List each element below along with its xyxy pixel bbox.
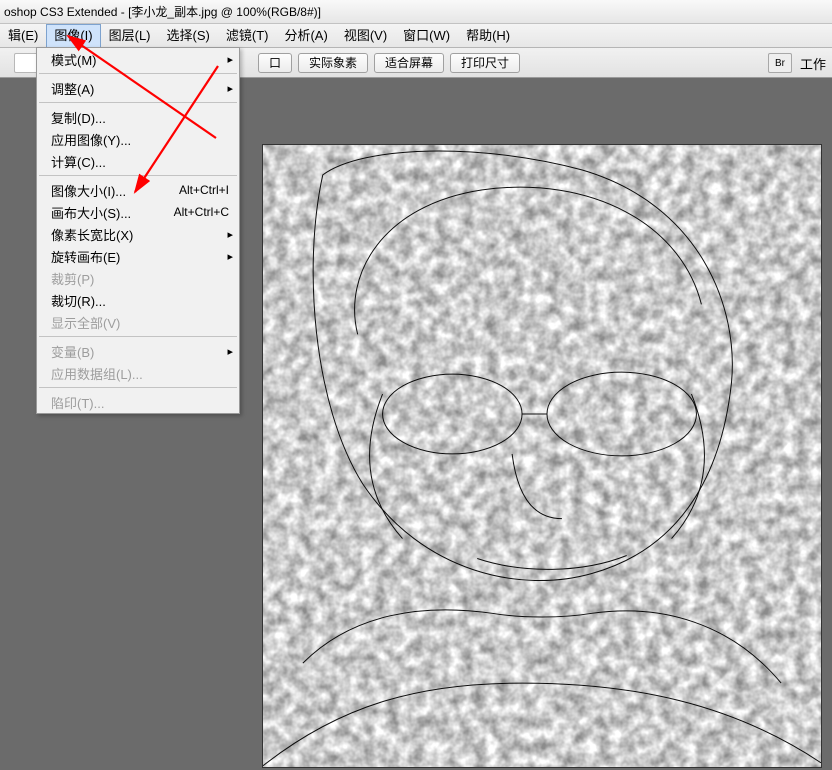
- menu-item-pixel-aspect[interactable]: 像素长宽比(X): [37, 223, 239, 245]
- menu-separator: [39, 73, 237, 74]
- menu-image[interactable]: 图像(I): [46, 24, 100, 47]
- window-button[interactable]: 口: [258, 53, 292, 73]
- title-bar: oshop CS3 Extended - [李小龙_副本.jpg @ 100%(…: [0, 0, 832, 24]
- menu-separator: [39, 175, 237, 176]
- menu-item-adjustments[interactable]: 调整(A): [37, 77, 239, 99]
- menu-item-apply-image[interactable]: 应用图像(Y)...: [37, 128, 239, 150]
- title-text: oshop CS3 Extended - [李小龙_副本.jpg @ 100%(…: [4, 3, 321, 20]
- menu-item-duplicate[interactable]: 复制(D)...: [37, 106, 239, 128]
- menu-view[interactable]: 视图(V): [336, 24, 395, 47]
- menu-item-image-size[interactable]: 图像大小(I)... Alt+Ctrl+I: [37, 179, 239, 201]
- menu-filter[interactable]: 滤镜(T): [218, 24, 277, 47]
- print-size-button[interactable]: 打印尺寸: [450, 53, 520, 73]
- menu-item-rotate-canvas[interactable]: 旋转画布(E): [37, 245, 239, 267]
- actual-pixels-button[interactable]: 实际象素: [298, 53, 368, 73]
- menu-edit[interactable]: 辑(E): [0, 24, 46, 47]
- menu-help[interactable]: 帮助(H): [458, 24, 518, 47]
- menu-separator: [39, 336, 237, 337]
- menu-layer[interactable]: 图层(L): [101, 24, 159, 47]
- menu-analysis[interactable]: 分析(A): [276, 24, 335, 47]
- menu-item-calculations[interactable]: 计算(C)...: [37, 150, 239, 172]
- image-menu-dropdown: 模式(M) 调整(A) 复制(D)... 应用图像(Y)... 计算(C)...…: [36, 47, 240, 414]
- menu-separator: [39, 102, 237, 103]
- menu-window[interactable]: 窗口(W): [395, 24, 458, 47]
- bridge-icon[interactable]: Br: [768, 53, 792, 73]
- fit-screen-button[interactable]: 适合屏幕: [374, 53, 444, 73]
- menu-item-trap: 陷印(T)...: [37, 391, 239, 413]
- menu-bar: 辑(E) 图像(I) 图层(L) 选择(S) 滤镜(T) 分析(A) 视图(V)…: [0, 24, 832, 48]
- menu-item-crop: 裁剪(P): [37, 267, 239, 289]
- canvas-image: [263, 145, 821, 767]
- menu-separator: [39, 387, 237, 388]
- menu-item-variables: 变量(B): [37, 340, 239, 362]
- menu-select[interactable]: 选择(S): [159, 24, 218, 47]
- document-canvas[interactable]: [262, 144, 822, 768]
- menu-item-apply-dataset: 应用数据组(L)...: [37, 362, 239, 384]
- menu-item-reveal-all: 显示全部(V): [37, 311, 239, 333]
- menu-item-canvas-size[interactable]: 画布大小(S)... Alt+Ctrl+C: [37, 201, 239, 223]
- workspace-label[interactable]: 工作: [800, 54, 826, 73]
- menu-item-trim[interactable]: 裁切(R)...: [37, 289, 239, 311]
- right-toolbar: Br 工作: [768, 48, 832, 78]
- menu-item-mode[interactable]: 模式(M): [37, 48, 239, 70]
